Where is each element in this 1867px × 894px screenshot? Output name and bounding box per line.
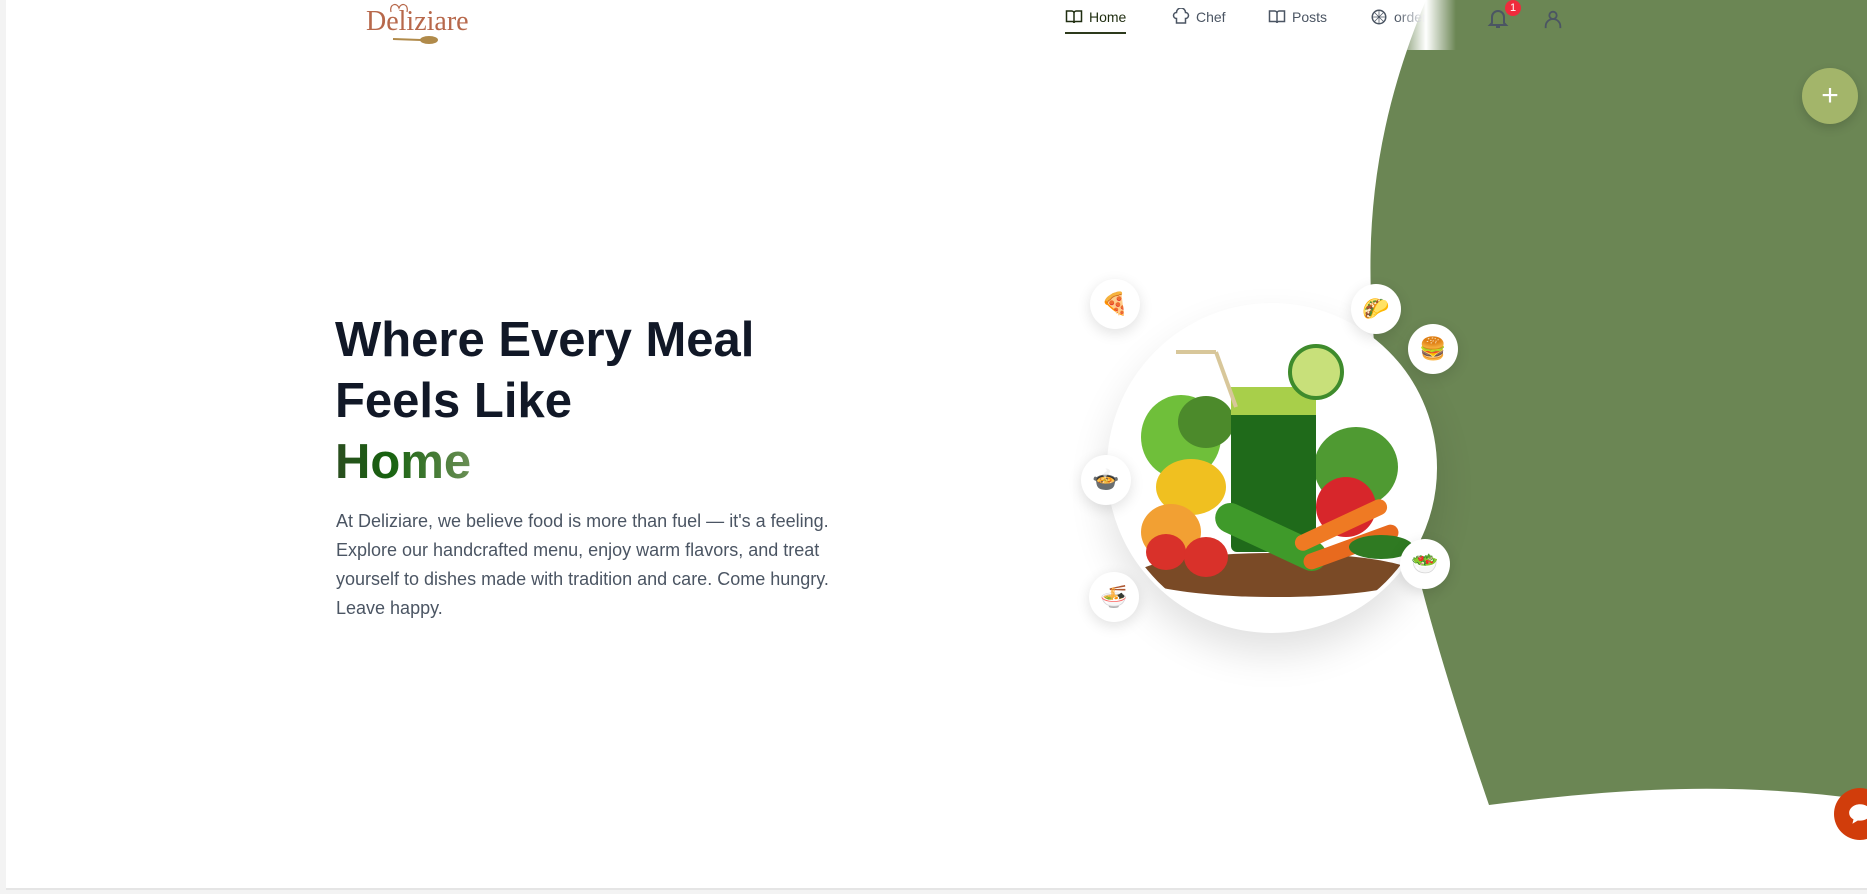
nav-chef[interactable]: Chef: [1172, 8, 1226, 26]
hero-description: At Deliziare, we believe food is more th…: [336, 511, 829, 618]
hero-title: Where Every Meal Feels Like Home: [335, 310, 754, 493]
pizza-icon: 🍕: [1090, 279, 1140, 329]
order-icon: [1371, 9, 1387, 25]
nav-label: Posts: [1292, 9, 1328, 25]
nav-label: Chef: [1196, 9, 1226, 25]
spoon-logo-icon: [392, 36, 438, 44]
title-line-2: Feels Like: [335, 374, 572, 428]
chat-bubble-icon: [1849, 804, 1867, 824]
user-icon[interactable]: [1542, 7, 1564, 31]
taco-icon: 🌮: [1351, 284, 1401, 334]
book-open-icon: [1065, 10, 1083, 24]
nav-label: Home: [1089, 9, 1127, 25]
nav-home[interactable]: Home: [1065, 8, 1127, 34]
salad-icon: 🥗: [1400, 539, 1450, 589]
add-button[interactable]: +: [1802, 68, 1858, 124]
burger-icon: 🍔: [1408, 324, 1458, 374]
noodles-icon: 🍜: [1089, 572, 1139, 622]
chef-hat-icon: [1172, 8, 1190, 24]
brand-logo[interactable]: Deliziare: [361, 0, 471, 48]
page: Deliziare Home Chef Posts order 1 Where …: [6, 0, 1867, 890]
nav-fade: [1396, 0, 1456, 50]
title-line-1: Where Every Meal: [335, 313, 755, 367]
active-underline: [1065, 32, 1127, 34]
stew-icon: 🍲: [1081, 455, 1131, 505]
nav-posts[interactable]: Posts: [1268, 8, 1327, 26]
green-background-shape: [1370, 0, 1867, 805]
title-highlight: Home: [335, 435, 472, 489]
notification-badge: 1: [1505, 0, 1521, 16]
hero-food-image: [1107, 303, 1437, 633]
juice-vegetables-illustration: [1136, 344, 1416, 597]
book-open-icon: [1268, 10, 1286, 24]
